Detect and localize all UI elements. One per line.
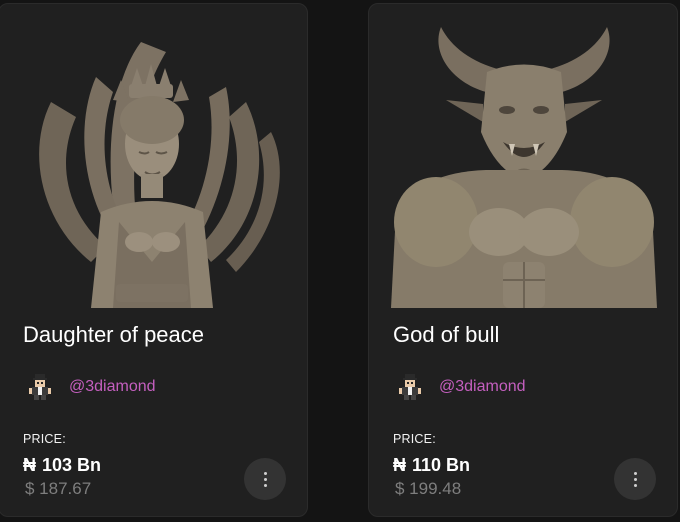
creator-handle[interactable]: @3diamond — [439, 378, 526, 396]
price-value: 110 Bn — [412, 455, 471, 475]
price-label: PRICE: — [23, 432, 66, 446]
minotaur-sculpture-image — [391, 22, 657, 308]
nft-card[interactable]: God of bull @3diamond PRICE: ₦ 110 Bn $ … — [368, 3, 678, 517]
nft-image[interactable] — [21, 22, 287, 308]
naira-symbol: ₦ — [393, 455, 406, 475]
nft-card[interactable]: Daughter of peace @3diamond PRICE: ₦ 103… — [0, 3, 308, 517]
more-options-button[interactable] — [614, 458, 656, 500]
creator-avatar[interactable] — [27, 372, 53, 402]
nft-image[interactable] — [391, 22, 657, 308]
nft-title[interactable]: God of bull — [393, 322, 499, 348]
more-vertical-icon — [263, 471, 267, 487]
price-value: 103 Bn — [42, 455, 102, 475]
price-naira: ₦ 103 Bn — [23, 455, 101, 476]
price-usd: $ 199.48 — [395, 479, 462, 498]
creator-handle[interactable]: @3diamond — [69, 378, 156, 396]
naira-symbol: ₦ — [23, 455, 36, 475]
more-options-button[interactable] — [244, 458, 286, 500]
price-naira: ₦ 110 Bn — [393, 455, 470, 476]
creator-avatar[interactable] — [397, 372, 423, 402]
price-label: PRICE: — [393, 432, 436, 446]
nft-title[interactable]: Daughter of peace — [23, 322, 204, 348]
creator-info[interactable]: @3diamond — [397, 372, 526, 402]
price-usd: $ 187.67 — [25, 479, 92, 498]
creator-info[interactable]: @3diamond — [27, 372, 156, 402]
nft-card-grid: Daughter of peace @3diamond PRICE: ₦ 103… — [0, 0, 680, 522]
more-vertical-icon — [633, 471, 637, 487]
geisha-sculpture-image — [21, 22, 287, 308]
